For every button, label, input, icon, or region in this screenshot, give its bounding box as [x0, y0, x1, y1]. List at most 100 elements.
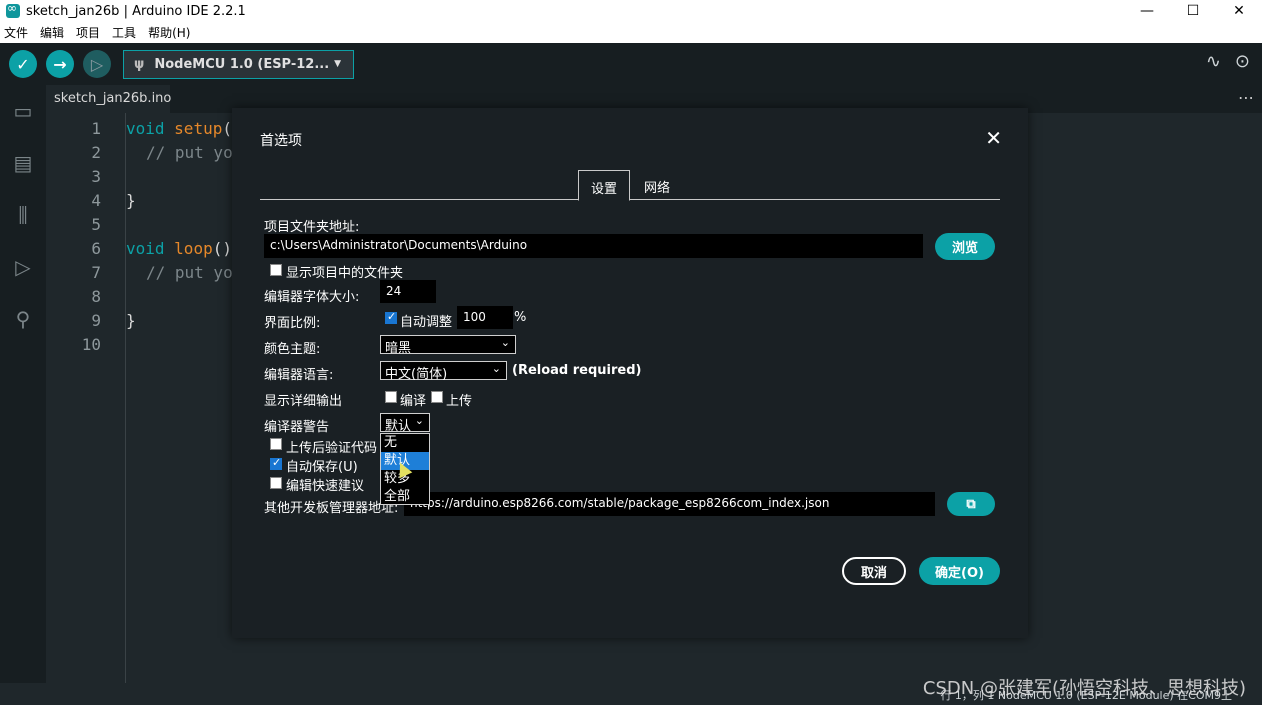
code-line: }: [126, 311, 136, 330]
debug-button[interactable]: ▷: [83, 50, 111, 78]
cancel-button[interactable]: 取消: [842, 557, 906, 585]
menu-sketch[interactable]: 项目: [76, 24, 100, 41]
code-line: }: [126, 191, 136, 210]
line-number: 9: [91, 311, 101, 330]
debug-panel-icon[interactable]: ▷: [0, 241, 46, 293]
close-window-button[interactable]: ✕: [1216, 0, 1262, 22]
font-size-label: 编辑器字体大小:: [264, 290, 360, 305]
serial-monitor-icon[interactable]: ⊙: [1235, 51, 1250, 72]
line-number: 8: [91, 287, 101, 306]
boards-manager-icon[interactable]: ▤: [0, 137, 46, 189]
board-selector[interactable]: ψ NodeMCU 1.0 (ESP-12... ▼: [123, 49, 354, 79]
close-icon[interactable]: ✕: [985, 126, 1002, 150]
menu-help[interactable]: 帮助(H): [148, 24, 190, 41]
show-files-checkbox[interactable]: [270, 264, 282, 276]
code-line: // put yo: [146, 263, 233, 282]
line-number: 3: [91, 167, 101, 186]
theme-label: 颜色主题:: [264, 342, 321, 357]
chevron-down-icon: ⌄: [491, 362, 501, 375]
code-line: void loop(): [126, 239, 232, 258]
tab-network[interactable]: 网络: [642, 170, 672, 200]
code-line: void setup(: [126, 119, 232, 138]
menu-edit[interactable]: 编辑: [40, 24, 64, 41]
verify-after-upload-checkbox[interactable]: [270, 438, 282, 450]
auto-adjust-label: 自动调整: [400, 315, 453, 330]
board-name: NodeMCU 1.0 (ESP-12...: [154, 56, 330, 72]
reload-note: (Reload required): [512, 363, 642, 378]
menu-bar: 文件 编辑 项目 工具 帮助(H): [0, 22, 1262, 43]
theme-select[interactable]: 暗黑 ⌄: [380, 335, 516, 356]
verify-after-upload-label: 上传后验证代码: [286, 441, 378, 456]
toolbar: ✓ → ▷ ψ NodeMCU 1.0 (ESP-12... ▼ ∿ ⊙: [0, 43, 1262, 85]
sidebar: ▭ ▤ ⫼ ▷ ⚲: [0, 85, 46, 705]
verbose-upload-label: 上传: [446, 394, 473, 409]
verbose-upload-checkbox[interactable]: [431, 391, 443, 403]
serial-plotter-icon[interactable]: ∿: [1206, 51, 1221, 72]
language-label: 编辑器语言:: [264, 368, 334, 383]
scale-unit: %: [514, 310, 527, 325]
auto-adjust-checkbox[interactable]: [385, 310, 397, 324]
warnings-option-all[interactable]: 全部: [381, 488, 429, 506]
line-number: 5: [91, 215, 101, 234]
arrow-right-icon: →: [53, 54, 67, 74]
dialog-tabs: 设置 网络: [260, 170, 1000, 201]
folder-icon[interactable]: ▭: [0, 85, 46, 137]
autosave-label: 自动保存(U): [286, 460, 358, 475]
browse-button[interactable]: 浏览: [935, 233, 995, 260]
line-gutter: 1 2 3 4 5 6 7 8 9 10: [46, 113, 126, 683]
chevron-down-icon: ⌄: [500, 336, 510, 349]
font-size-input[interactable]: 24: [380, 280, 436, 303]
check-icon: ✓: [16, 54, 30, 74]
watermark: CSDN @张建军(孙悟空科技、思想科技): [922, 678, 1246, 699]
maximize-button[interactable]: ☐: [1170, 0, 1216, 22]
line-number: 10: [81, 335, 101, 354]
scale-label: 界面比例:: [264, 316, 321, 331]
warnings-option-none[interactable]: 无: [381, 434, 429, 452]
ok-button[interactable]: 确定(O): [919, 557, 1000, 585]
autosave-checkbox[interactable]: [270, 456, 282, 470]
open-window-icon: ⧉: [966, 496, 976, 512]
line-number: 1: [91, 119, 101, 138]
scale-input[interactable]: 100: [457, 306, 513, 329]
edit-urls-button[interactable]: ⧉: [947, 492, 995, 516]
library-manager-icon[interactable]: ⫼: [0, 189, 46, 241]
search-icon[interactable]: ⚲: [0, 293, 46, 345]
line-number: 2: [91, 143, 101, 162]
line-number: 7: [91, 263, 101, 282]
verify-button[interactable]: ✓: [9, 50, 37, 78]
verbose-compile-checkbox[interactable]: [385, 391, 397, 403]
code-line: // put yo: [146, 143, 233, 162]
warnings-label: 编译器警告: [264, 420, 330, 435]
chevron-down-icon: ⌄: [414, 414, 424, 427]
verbose-label: 显示详细输出: [264, 394, 343, 409]
debug-icon: ▷: [90, 54, 104, 74]
arduino-logo-icon: [6, 1, 20, 18]
quick-suggest-label: 编辑快速建议: [286, 479, 365, 494]
line-number: 6: [91, 239, 101, 258]
upload-button[interactable]: →: [46, 50, 74, 78]
dialog-title: 首选项: [260, 133, 302, 149]
preferences-dialog: 首选项 ✕ 设置 网络 项目文件夹地址: c:\Users\Administra…: [232, 108, 1028, 638]
menu-file[interactable]: 文件: [4, 24, 28, 41]
board-urls-label: 其他开发板管理器地址:: [264, 501, 399, 516]
quick-suggest-checkbox[interactable]: [270, 477, 282, 489]
menu-tools[interactable]: 工具: [112, 24, 136, 41]
sketchbook-label: 项目文件夹地址:: [264, 220, 360, 235]
language-value: 中文(简体): [385, 367, 448, 382]
warnings-value: 默认: [385, 419, 412, 434]
title-bar: sketch_jan26b | Arduino IDE 2.2.1 — ☐ ✕: [0, 0, 1262, 22]
show-files-label: 显示项目中的文件夹: [286, 266, 404, 281]
minimize-button[interactable]: —: [1124, 0, 1170, 22]
tab-settings[interactable]: 设置: [578, 170, 630, 201]
language-select[interactable]: 中文(简体) ⌄: [380, 361, 507, 382]
theme-value: 暗黑: [385, 341, 412, 356]
warnings-select[interactable]: 默认 ⌄: [380, 413, 430, 434]
more-options-icon[interactable]: ⋯: [1238, 88, 1254, 107]
verbose-compile-label: 编译: [400, 394, 427, 409]
board-urls-input[interactable]: https://arduino.esp8266.com/stable/packa…: [404, 492, 935, 516]
usb-icon: ψ: [134, 56, 145, 72]
file-tab[interactable]: sketch_jan26b.ino: [46, 85, 171, 113]
sketchbook-path-input[interactable]: c:\Users\Administrator\Documents\Arduino: [264, 234, 923, 258]
window-title: sketch_jan26b | Arduino IDE 2.2.1: [26, 3, 246, 19]
chevron-down-icon: ▼: [334, 59, 341, 69]
